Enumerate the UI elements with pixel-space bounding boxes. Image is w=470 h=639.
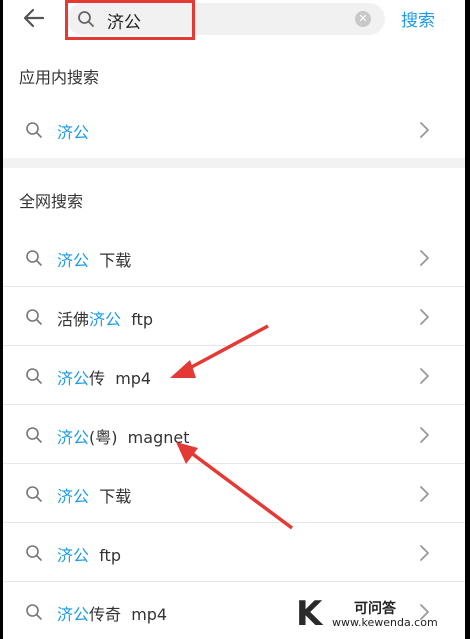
search-icon [25,426,43,449]
search-icon [25,121,43,144]
section-header-in-app: 应用内搜索 [3,50,465,100]
label-suffix: ftp [121,310,153,329]
chevron-right-icon [418,121,430,144]
watermark-logo: K [296,594,323,634]
web-result-label: 济公 下载 [57,247,131,271]
search-icon [25,544,43,567]
label-suffix: 下载 [89,487,132,506]
label-suffix: 下载 [89,251,132,270]
right-frame-border [465,0,470,639]
search-icon [25,367,43,390]
web-result-row[interactable]: 济公 ftp [3,524,465,582]
back-button[interactable] [19,3,49,33]
watermark-site-name: 可问答 [354,601,396,617]
web-result-label: 济公传奇 mp4 [57,601,167,625]
watermark-site-url: www.kewenda.com [332,616,438,629]
web-result-row[interactable]: 济公 下载 [3,229,465,287]
annotation-highlight-box [65,0,195,40]
web-result-row[interactable]: 活佛济公 ftp [3,288,465,346]
label-highlight: 济公 [57,123,90,142]
web-result-row[interactable]: 济公 下载 [3,465,465,523]
web-result-label: 济公传 mp4 [57,365,151,389]
label-highlight: 济公 [57,546,90,565]
web-result-label: 济公 下载 [57,483,131,507]
section-divider [3,158,465,168]
in-app-result-label: 济公 [57,119,89,143]
label-highlight: 济公 [89,310,122,329]
chevron-right-icon [418,249,430,272]
chevron-right-icon [418,426,430,449]
search-icon [25,249,43,272]
section-title-in-app: 应用内搜索 [19,68,100,87]
chevron-right-icon [418,544,430,567]
chevron-right-icon [418,308,430,331]
web-result-label: 济公 ftp [57,542,121,566]
back-arrow-icon [23,8,45,28]
label-highlight: 济公 [57,428,90,447]
label-highlight: 济公 [57,605,90,624]
chevron-right-icon [418,367,430,390]
search-button[interactable]: 搜索 [401,6,435,31]
search-icon [25,485,43,508]
chevron-right-icon [418,485,430,508]
web-result-label: 活佛济公 ftp [57,306,153,330]
label-highlight: 济公 [57,487,90,506]
clear-icon[interactable]: ✕ [355,11,371,27]
label-highlight: 济公 [57,369,90,388]
web-result-row[interactable]: 济公传 mp4 [3,347,465,405]
web-result-row[interactable]: 济公(粤) magnet [3,406,465,464]
label-prefix: 活佛 [57,310,90,329]
label-suffix: 传 mp4 [89,369,152,388]
label-highlight: 济公 [57,251,90,270]
web-result-label: 济公(粤) magnet [57,424,189,448]
in-app-result-row[interactable]: 济公 [3,101,465,159]
label-suffix: 传奇 mp4 [89,605,168,624]
watermark: K 可问答 www.kewenda.com [296,596,466,636]
search-icon [25,308,43,331]
search-icon [25,603,43,626]
label-suffix: (粤) magnet [89,428,190,447]
section-title-web: 全网搜索 [19,192,84,211]
section-header-web: 全网搜索 [3,172,465,228]
label-suffix: ftp [89,546,121,565]
